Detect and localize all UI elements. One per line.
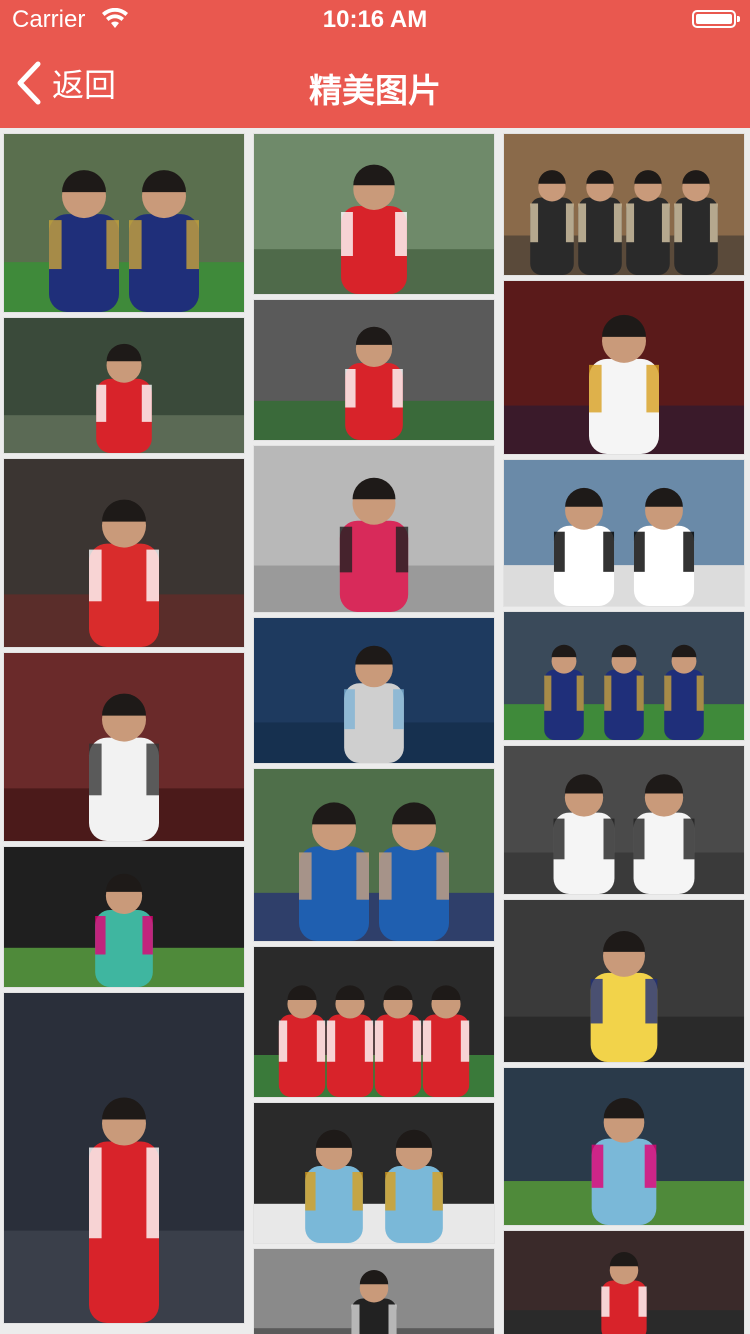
photo-image — [4, 318, 244, 453]
photo-ozil-11-standing[interactable] — [4, 993, 244, 1323]
photo-awards-suit[interactable] — [254, 618, 494, 763]
nav-header: Carrier 10:16 AM 返回 精美图片 — [0, 0, 750, 128]
page-title: 精美图片 — [309, 72, 441, 109]
photo-smile-red-jacket[interactable] — [254, 134, 494, 294]
photo-training-telekom[interactable] — [504, 1068, 744, 1225]
clock: 10:16 AM — [322, 6, 428, 33]
battery-icon — [692, 10, 740, 28]
photo-image — [504, 1068, 744, 1225]
photo-image — [504, 1231, 744, 1334]
photo-training-sap[interactable] — [4, 847, 244, 987]
photo-image — [254, 769, 494, 941]
photo-match-action-2[interactable] — [504, 612, 744, 740]
photo-image — [4, 134, 244, 312]
photo-portrait-arsenal[interactable] — [4, 459, 244, 647]
status-bar: Carrier 10:16 AM — [0, 0, 750, 40]
photo-column-1 — [4, 134, 244, 1329]
photo-image — [254, 300, 494, 440]
photo-image — [4, 847, 244, 987]
photo-image — [504, 281, 744, 454]
photo-clapping-yellow[interactable] — [504, 900, 744, 1062]
photo-image — [254, 618, 494, 763]
photo-training-blue[interactable] — [254, 1103, 494, 1243]
photo-image — [4, 459, 244, 647]
photo-image — [4, 993, 244, 1323]
photo-column-3 — [504, 134, 744, 1334]
photo-column-2 — [254, 134, 494, 1334]
photo-germany-duo[interactable] — [504, 460, 744, 606]
photo-real-madrid-white[interactable] — [504, 281, 744, 454]
photo-image — [254, 134, 494, 294]
photo-image — [254, 947, 494, 1097]
photo-image — [4, 653, 244, 841]
photo-image — [254, 1249, 494, 1334]
photo-image — [504, 134, 744, 275]
photo-real-madrid-9[interactable] — [504, 746, 744, 894]
photo-arsenal-emirates[interactable] — [504, 1231, 744, 1334]
photo-street-group[interactable] — [504, 134, 744, 275]
photo-image — [504, 460, 744, 606]
photo-portrait-gesture[interactable] — [254, 446, 494, 612]
photo-image — [504, 900, 744, 1062]
photo-image — [504, 612, 744, 740]
photo-image — [254, 1103, 494, 1243]
photo-real-madrid[interactable] — [4, 653, 244, 841]
photo-ozil-11-back[interactable] — [4, 318, 244, 453]
photo-image — [254, 446, 494, 612]
photo-with-manager[interactable] — [254, 769, 494, 941]
photo-grid — [0, 128, 750, 1334]
photo-bw-portrait[interactable] — [254, 1249, 494, 1334]
photo-image — [504, 746, 744, 894]
photo-match-action[interactable] — [4, 134, 244, 312]
photo-team-celebration[interactable] — [254, 947, 494, 1097]
photo-celebration[interactable] — [254, 300, 494, 440]
